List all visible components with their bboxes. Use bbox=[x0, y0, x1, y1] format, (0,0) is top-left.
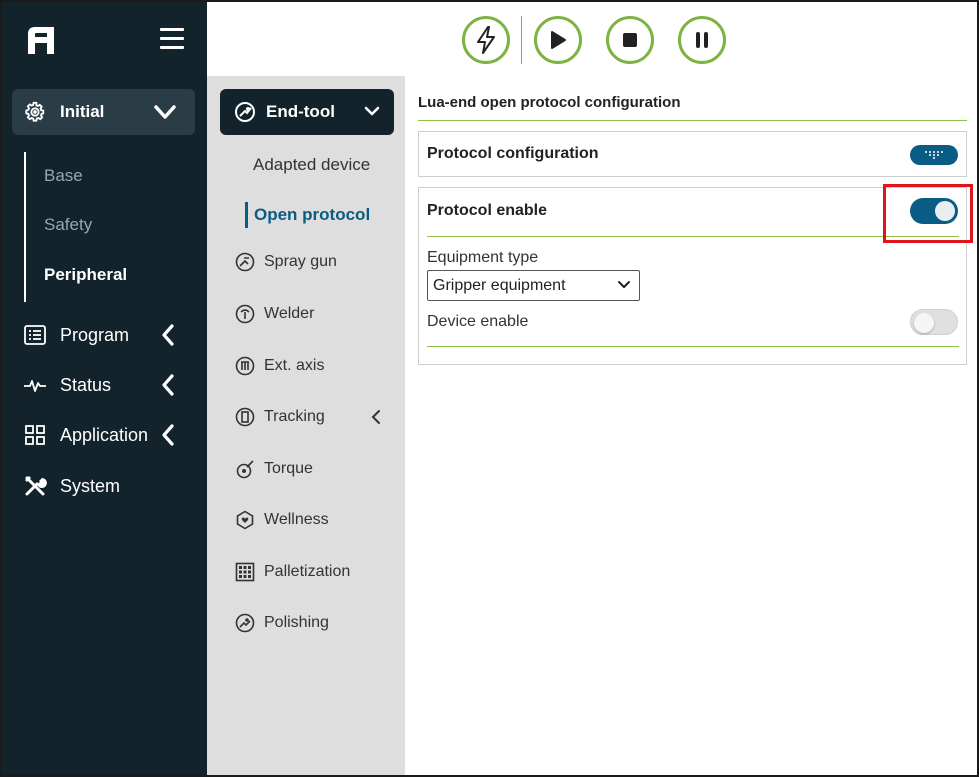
initial-menu-button[interactable]: Initial bbox=[12, 89, 195, 135]
tools-icon bbox=[25, 476, 47, 496]
spray-gun-icon bbox=[235, 252, 255, 272]
stop-button[interactable] bbox=[606, 16, 654, 64]
toggle-knob bbox=[914, 313, 934, 333]
stop-icon bbox=[623, 33, 637, 47]
device-enable-toggle[interactable] bbox=[910, 309, 958, 335]
device-enable-label: Device enable bbox=[427, 313, 529, 330]
protocol-configuration-button[interactable] bbox=[910, 145, 958, 165]
page-title: Lua-end open protocol configuration bbox=[418, 94, 967, 121]
torque-icon bbox=[236, 460, 254, 479]
protocol-enable-label: Protocol enable bbox=[427, 202, 548, 219]
chevron-down-icon bbox=[364, 106, 380, 116]
app-window: Initial Base Safety Peripheral Program S… bbox=[0, 0, 979, 777]
subnav-item-welder[interactable]: Welder bbox=[235, 302, 395, 326]
ext-axis-icon bbox=[235, 356, 255, 376]
chevron-down-icon bbox=[154, 105, 176, 119]
main-content: Lua-end open protocol configuration Prot… bbox=[405, 76, 977, 775]
equipment-type-label: Equipment type bbox=[427, 249, 539, 266]
sidebar-item-application-label: Application bbox=[60, 424, 149, 445]
chevron-left-icon bbox=[162, 374, 174, 396]
peripheral-subnav: End-tool Adapted device Open protocol Sp… bbox=[207, 76, 405, 775]
power-bolt-icon bbox=[477, 26, 495, 54]
protocol-configuration-label: Protocol configuration bbox=[427, 145, 599, 162]
subnav-item-ext-axis[interactable]: Ext. axis bbox=[235, 354, 395, 378]
hamburger-icon[interactable] bbox=[160, 28, 184, 50]
tracking-label: Tracking bbox=[264, 408, 325, 425]
protocol-configuration-panel: Protocol configuration bbox=[418, 131, 967, 177]
pause-button[interactable] bbox=[678, 16, 726, 64]
ext-axis-label: Ext. axis bbox=[264, 357, 325, 374]
subnav-item-adapted-device[interactable]: Adapted device bbox=[253, 155, 370, 175]
equipment-type-value: Gripper equipment bbox=[433, 277, 566, 294]
sidebar-item-status[interactable]: Status bbox=[22, 370, 197, 400]
sidebar-item-status-label: Status bbox=[60, 374, 112, 395]
sidebar-item-system-label: System bbox=[60, 475, 121, 496]
section-divider bbox=[427, 236, 959, 237]
sidebar-item-base[interactable]: Base bbox=[44, 166, 83, 186]
end-tool-label: End-tool bbox=[266, 102, 335, 121]
wellness-label: Wellness bbox=[264, 511, 329, 528]
subnav-item-polishing[interactable]: Polishing bbox=[235, 611, 395, 635]
subnav-item-spray-gun[interactable]: Spray gun bbox=[235, 250, 395, 274]
spray-gun-label: Spray gun bbox=[264, 253, 337, 270]
palletization-label: Palletization bbox=[264, 563, 351, 580]
palletization-icon bbox=[235, 562, 255, 582]
play-button[interactable] bbox=[534, 16, 582, 64]
chevron-down-icon bbox=[618, 281, 630, 288]
end-tool-icon bbox=[235, 102, 255, 122]
chevron-left-icon bbox=[162, 324, 174, 346]
wellness-icon bbox=[236, 510, 254, 530]
chevron-left-icon bbox=[371, 410, 380, 424]
sidebar-item-application[interactable]: Application bbox=[22, 420, 197, 450]
pulse-icon bbox=[24, 380, 46, 392]
subnav-item-palletization[interactable]: Palletization bbox=[235, 560, 395, 584]
subnav-item-wellness[interactable]: Wellness bbox=[235, 508, 395, 532]
end-tool-menu-button[interactable]: End-tool bbox=[220, 89, 394, 135]
program-list-icon bbox=[24, 325, 46, 345]
submenu-indicator-line bbox=[24, 152, 26, 302]
sidebar-item-program[interactable]: Program bbox=[22, 320, 197, 350]
play-icon bbox=[551, 31, 566, 49]
power-button[interactable] bbox=[462, 16, 510, 64]
welder-label: Welder bbox=[264, 305, 315, 322]
chevron-left-icon bbox=[162, 424, 174, 446]
sidebar-item-system[interactable]: System bbox=[22, 471, 197, 501]
grid-icon bbox=[25, 425, 45, 445]
protocol-enable-panel: Protocol enable Equipment type Gripper e… bbox=[418, 187, 967, 365]
sidebar-item-safety[interactable]: Safety bbox=[44, 215, 92, 235]
pause-icon bbox=[696, 32, 708, 48]
gear-icon bbox=[25, 101, 45, 122]
polishing-label: Polishing bbox=[264, 614, 329, 631]
logo-icon bbox=[28, 27, 54, 54]
subnav-item-open-protocol[interactable]: Open protocol bbox=[245, 202, 370, 228]
subnav-item-tracking[interactable]: Tracking bbox=[235, 405, 395, 429]
tracking-icon bbox=[235, 407, 255, 427]
toolbar-divider bbox=[521, 16, 522, 64]
initial-label: Initial bbox=[60, 102, 105, 121]
polishing-icon bbox=[235, 613, 255, 633]
toggle-knob bbox=[935, 201, 955, 221]
top-toolbar bbox=[207, 2, 977, 76]
protocol-enable-toggle[interactable] bbox=[910, 198, 958, 224]
sidebar-item-program-label: Program bbox=[60, 324, 130, 345]
sidebar-item-peripheral[interactable]: Peripheral bbox=[44, 265, 127, 285]
equipment-type-select[interactable]: Gripper equipment bbox=[427, 270, 640, 301]
torque-label: Torque bbox=[264, 460, 313, 477]
sidebar: Initial Base Safety Peripheral Program S… bbox=[2, 2, 207, 775]
dots-pattern-icon bbox=[925, 151, 943, 159]
section-divider bbox=[427, 346, 959, 347]
welder-icon bbox=[235, 304, 255, 324]
subnav-item-torque[interactable]: Torque bbox=[235, 457, 395, 481]
